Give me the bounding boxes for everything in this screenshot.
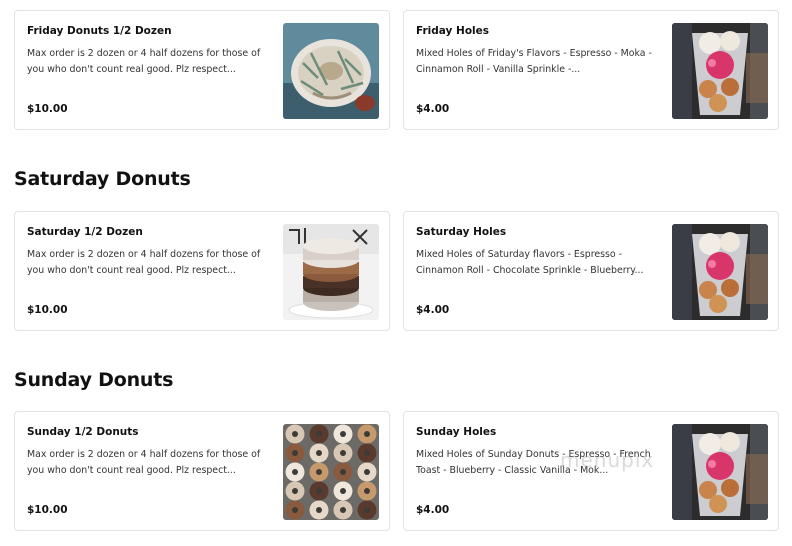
section-title-saturday: Saturday Donuts [14,168,191,190]
menu-item-card[interactable]: Sunday 1/2 Donuts Max order is 2 dozen o… [14,411,390,531]
donut-holes-cup-photo [672,224,768,320]
item-description: Mixed Holes of Saturday flavors - Espres… [416,249,644,276]
donut-holes-cup-photo [672,23,768,119]
donut-stack-photo [283,224,379,320]
item-description: Mixed Holes of Friday's Flavors - Espres… [416,48,652,75]
donut-holes-cup-photo [672,424,768,520]
menu-item-card[interactable]: Saturday 1/2 Dozen Max order is 2 dozen … [14,211,390,331]
section-title-sunday: Sunday Donuts [14,369,174,391]
item-name: Saturday 1/2 Dozen [27,226,143,238]
item-price: $4.00 [416,304,450,316]
item-name: Friday Holes [416,25,490,37]
item-price: $10.00 [27,304,68,316]
donut-rack-photo [283,424,379,520]
donut-photo [283,23,379,119]
menu-item-card[interactable]: Friday Donuts 1/2 Dozen Max order is 2 d… [14,10,390,130]
item-name: Sunday Holes [416,426,497,438]
item-name: Sunday 1/2 Donuts [27,426,139,438]
item-description: Max order is 2 dozen or 4 half dozens fo… [27,249,261,276]
item-price: $4.00 [416,504,450,516]
item-price: $10.00 [27,504,68,516]
item-description: Max order is 2 dozen or 4 half dozens fo… [27,48,261,75]
menu-item-card[interactable]: Friday Holes Mixed Holes of Friday's Fla… [403,10,779,130]
item-name: Saturday Holes [416,226,507,238]
menu-item-card[interactable]: Saturday Holes Mixed Holes of Saturday f… [403,211,779,331]
item-price: $10.00 [27,103,68,115]
item-price: $4.00 [416,103,450,115]
watermark-logo: menupix [560,448,655,472]
item-description: Max order is 2 dozen or 4 half dozens fo… [27,449,261,476]
item-name: Friday Donuts 1/2 Dozen [27,25,172,37]
